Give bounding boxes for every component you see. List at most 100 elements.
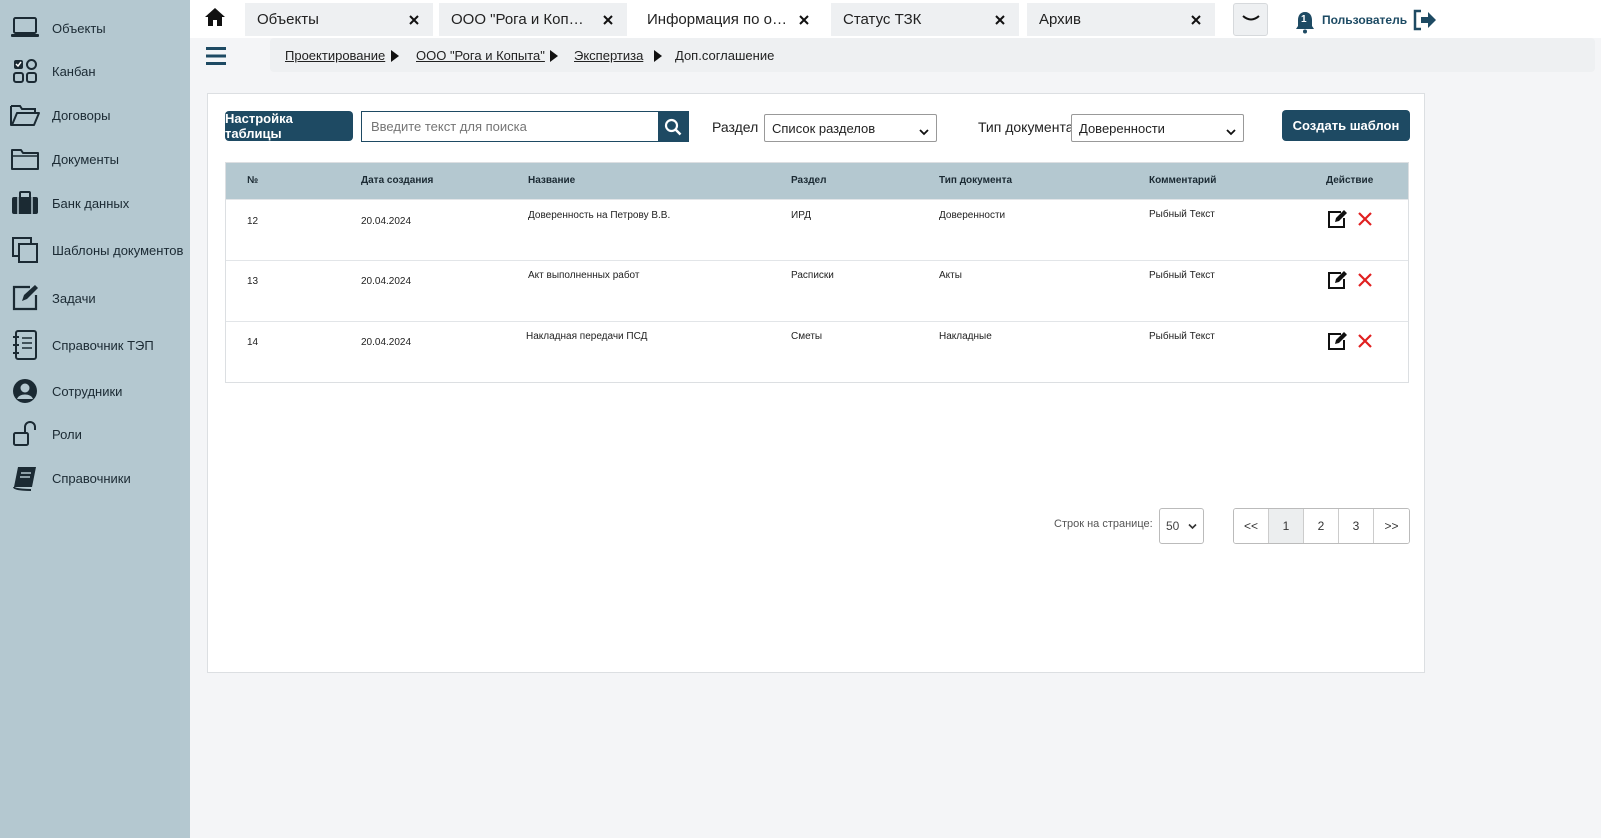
delete-button[interactable] <box>1354 269 1376 291</box>
kanban-icon <box>8 54 42 88</box>
cell-doctype: Накладные <box>939 331 992 342</box>
search-input[interactable] <box>362 112 658 141</box>
tab-object-info[interactable]: Информация по об... <box>635 3 823 36</box>
column-header-section[interactable]: Раздел <box>791 175 826 186</box>
cell-doctype: Доверенности <box>939 210 1006 221</box>
cell-name: Акт выполненных работ <box>528 270 640 281</box>
cell-doctype: Акты <box>939 270 962 281</box>
pagination: << 1 2 3 >> <box>1233 508 1410 544</box>
breadcrumb: Проектирование ООО "Рога и Копыта" Экспе… <box>270 38 1595 72</box>
user-circle-icon <box>8 374 42 408</box>
close-icon[interactable] <box>993 13 1007 27</box>
chevron-down-icon <box>1188 519 1197 533</box>
menu-toggle-button[interactable] <box>205 44 227 68</box>
close-icon[interactable] <box>797 13 811 27</box>
search-box <box>361 111 689 142</box>
search-button[interactable] <box>658 112 688 141</box>
tab-label: Статус ТЗК <box>843 11 922 28</box>
create-template-button[interactable]: Создать шаблон <box>1282 110 1410 141</box>
chevron-down-icon <box>1226 124 1236 136</box>
column-header-name[interactable]: Название <box>528 175 575 186</box>
cell-date: 20.04.2024 <box>361 337 412 348</box>
sidebar-item-documents[interactable]: Документы <box>8 139 119 179</box>
close-icon[interactable] <box>407 13 421 27</box>
logout-button[interactable] <box>1412 8 1438 32</box>
sidebar-item-kanban[interactable]: Канбан <box>8 51 96 91</box>
column-header-date[interactable]: Дата создания <box>361 175 433 186</box>
chevron-down-icon <box>919 124 929 136</box>
sidebar-item-tasks[interactable]: Задачи <box>8 278 96 318</box>
cell-section: ИРД <box>791 210 811 221</box>
sidebar-item-tep-reference[interactable]: Справочник ТЭП <box>8 325 154 365</box>
table-settings-button[interactable]: Настройка таблицы <box>225 111 353 141</box>
cell-number: 13 <box>247 276 259 287</box>
tab-label: ООО "Рога и Копыта" <box>451 11 593 28</box>
close-icon[interactable] <box>1189 13 1203 27</box>
last-page-button[interactable]: >> <box>1374 509 1409 543</box>
rows-per-page-select[interactable]: 50 <box>1159 508 1204 544</box>
edit-square-icon <box>8 281 42 315</box>
delete-x-icon <box>1358 334 1372 348</box>
tab-objects[interactable]: Объекты <box>245 3 433 36</box>
caret-right-icon <box>391 49 399 62</box>
delete-button[interactable] <box>1354 208 1376 230</box>
book-icon <box>8 461 42 495</box>
edit-button[interactable] <box>1327 330 1349 352</box>
sidebar-item-references[interactable]: Справочники <box>8 458 131 498</box>
sidebar-item-label: Сотрудники <box>52 383 123 399</box>
rows-per-page-value: 50 <box>1166 519 1180 533</box>
sidebar-item-label: Канбан <box>52 63 96 79</box>
close-icon[interactable] <box>601 13 615 27</box>
table-row[interactable]: 14 20.04.2024 Накладная передачи ПСД Сме… <box>226 321 1408 382</box>
first-page-button[interactable]: << <box>1234 509 1269 543</box>
sidebar-item-label: Объекты <box>52 20 106 36</box>
documents-panel: Настройка таблицы Раздел Список разделов… <box>207 93 1425 673</box>
notifications-button[interactable]: 1 <box>1294 10 1316 34</box>
documents-table: № Дата создания Название Раздел Тип доку… <box>225 162 1409 383</box>
tab-label: Архив <box>1039 11 1082 28</box>
table-row[interactable]: 13 20.04.2024 Акт выполненных работ Расп… <box>226 260 1408 321</box>
doctype-select[interactable]: Доверенности <box>1071 114 1244 142</box>
breadcrumb-item[interactable]: Проектирование <box>285 48 385 63</box>
sidebar-item-label: Договоры <box>52 107 111 123</box>
cell-date: 20.04.2024 <box>361 276 412 287</box>
cell-date: 20.04.2024 <box>361 216 412 227</box>
edit-button[interactable] <box>1327 208 1349 230</box>
home-button[interactable] <box>202 6 228 32</box>
laptop-icon <box>8 11 42 45</box>
sidebar-item-label: Роли <box>52 426 82 442</box>
sidebar-item-contracts[interactable]: Договоры <box>8 95 110 135</box>
page-button-2[interactable]: 2 <box>1304 509 1339 543</box>
copy-icon <box>8 233 42 267</box>
search-icon <box>664 118 682 135</box>
sidebar-item-roles[interactable]: Роли <box>8 414 82 454</box>
column-header-comment[interactable]: Комментарий <box>1149 175 1216 186</box>
section-filter-label: Раздел <box>712 119 759 135</box>
sidebar-item-employees[interactable]: Сотрудники <box>8 371 122 411</box>
column-header-doctype[interactable]: Тип документа <box>939 175 1012 186</box>
user-name[interactable]: Пользователь <box>1322 13 1407 27</box>
page-button-3[interactable]: 3 <box>1339 509 1374 543</box>
section-select[interactable]: Список разделов <box>764 114 937 142</box>
column-header-number[interactable]: № <box>247 175 258 186</box>
folder-icon <box>8 142 42 176</box>
sidebar-item-objects[interactable]: Объекты <box>8 8 106 48</box>
tab-tzk-status[interactable]: Статус ТЗК <box>831 3 1019 36</box>
hamburger-icon <box>206 47 226 65</box>
logout-icon <box>1413 9 1436 31</box>
cell-comment: Рыбный Текст <box>1149 270 1215 281</box>
delete-button[interactable] <box>1354 330 1376 352</box>
cell-number: 12 <box>247 216 259 227</box>
tab-company[interactable]: ООО "Рога и Копыта" <box>439 3 627 36</box>
top-tab-bar: Объекты ООО "Рога и Копыта" Информация п… <box>190 0 1601 38</box>
table-row[interactable]: 12 20.04.2024 Доверенность на Петрову В.… <box>226 199 1408 260</box>
tab-archive[interactable]: Архив <box>1027 3 1215 36</box>
more-tabs-button[interactable] <box>1233 3 1268 36</box>
breadcrumb-item[interactable]: Экспертиза <box>574 48 643 63</box>
sidebar-item-databank[interactable]: Банк данных <box>8 183 129 223</box>
sidebar-item-templates[interactable]: Шаблоны документов <box>8 230 183 270</box>
edit-button[interactable] <box>1327 269 1349 291</box>
page-button-1[interactable]: 1 <box>1269 509 1304 543</box>
folder-open-icon <box>8 98 42 132</box>
breadcrumb-item[interactable]: ООО "Рога и Копыта" <box>416 48 545 63</box>
